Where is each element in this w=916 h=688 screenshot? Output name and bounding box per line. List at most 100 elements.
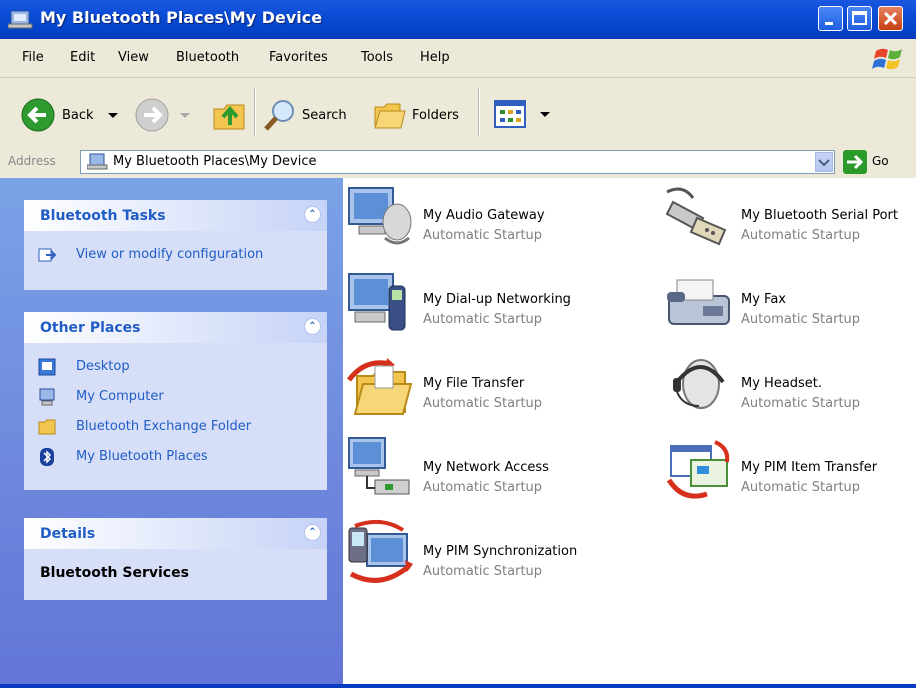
- forward-arrow-icon: [135, 98, 169, 132]
- bluetooth-places-icon: [8, 10, 33, 29]
- menu-tools[interactable]: Tools: [361, 50, 393, 65]
- network-access-icon: [348, 437, 410, 495]
- place-my-computer[interactable]: My Computer: [24, 383, 327, 413]
- maximize-icon: [852, 11, 867, 25]
- menu-bar: File Edit View Bluetooth Favorites Tools…: [0, 39, 916, 78]
- views-icon: [494, 100, 526, 128]
- service-status: Automatic Startup: [423, 228, 543, 243]
- back-button[interactable]: Back: [20, 97, 120, 133]
- service-pim-item-transfer[interactable]: My PIM Item Transfer Automatic Startup: [663, 434, 915, 514]
- window-border: [0, 684, 916, 688]
- folders-label: Folders: [412, 107, 459, 123]
- task-view-configuration[interactable]: View or modify configuration: [24, 241, 327, 271]
- service-fax[interactable]: My Fax Automatic Startup: [663, 266, 915, 346]
- place-label: My Computer: [76, 389, 164, 404]
- address-value: My Bluetooth Places\My Device: [113, 154, 317, 169]
- service-status: Automatic Startup: [423, 564, 543, 579]
- panel-title: Bluetooth Tasks: [40, 208, 166, 224]
- folder-icon: [38, 419, 56, 435]
- panel-header[interactable]: Bluetooth Tasks ⌃: [24, 200, 327, 231]
- place-desktop[interactable]: Desktop: [24, 353, 327, 383]
- serial-port-icon: [665, 187, 727, 246]
- my-computer-icon: [39, 388, 55, 406]
- menu-file[interactable]: File: [22, 50, 44, 65]
- menu-bluetooth[interactable]: Bluetooth: [176, 50, 239, 65]
- chevron-down-icon[interactable]: [178, 110, 192, 120]
- service-status: Automatic Startup: [423, 480, 543, 495]
- address-input[interactable]: My Bluetooth Places\My Device: [80, 150, 835, 174]
- panel-header[interactable]: Details ⌃: [24, 518, 327, 549]
- headset-icon: [673, 359, 725, 409]
- fax-icon: [667, 279, 730, 325]
- service-status: Automatic Startup: [423, 312, 543, 327]
- service-dial-up-networking[interactable]: My Dial-up Networking Automatic Startup: [345, 266, 645, 346]
- go-button[interactable]: [843, 150, 867, 174]
- file-transfer-icon: [346, 358, 413, 415]
- menu-view[interactable]: View: [118, 50, 149, 65]
- pim-item-transfer-icon: [666, 440, 730, 499]
- service-file-transfer[interactable]: My File Transfer Automatic Startup: [345, 350, 645, 430]
- go-label[interactable]: Go: [872, 154, 889, 168]
- chevron-down-icon: [818, 159, 830, 167]
- window-title: My Bluetooth Places\My Device: [40, 8, 323, 27]
- collapse-chevron-icon[interactable]: ⌃: [304, 206, 321, 223]
- service-name: My Headset.: [741, 376, 823, 391]
- desktop-icon: [38, 358, 56, 376]
- search-button[interactable]: Search: [262, 97, 347, 133]
- address-dropdown-button[interactable]: [815, 152, 833, 172]
- service-bluetooth-serial-port[interactable]: My Bluetooth Serial Port Automatic Start…: [663, 182, 915, 262]
- place-my-bluetooth-places[interactable]: My Bluetooth Places: [24, 443, 327, 473]
- search-label: Search: [302, 107, 347, 123]
- service-name: My Dial-up Networking: [423, 292, 571, 307]
- audio-gateway-icon: [348, 187, 412, 245]
- service-name: My Network Access: [423, 460, 549, 475]
- collapse-chevron-icon[interactable]: ⌃: [304, 318, 321, 335]
- other-places-panel: Other Places ⌃ Desktop My Computer Bluet…: [24, 312, 327, 490]
- chevron-down-icon[interactable]: [538, 109, 552, 119]
- service-name: My Audio Gateway: [423, 208, 545, 223]
- collapse-chevron-icon[interactable]: ⌃: [304, 524, 321, 541]
- details-value: Bluetooth Services: [40, 565, 189, 581]
- place-label: Bluetooth Exchange Folder: [76, 419, 252, 434]
- views-button[interactable]: [494, 99, 552, 129]
- service-network-access[interactable]: My Network Access Automatic Startup: [345, 434, 645, 514]
- close-icon: [883, 11, 898, 26]
- service-name: My File Transfer: [423, 376, 525, 391]
- panel-header[interactable]: Other Places ⌃: [24, 312, 327, 343]
- up-folder-button[interactable]: [210, 95, 248, 133]
- go-arrow-icon: [847, 154, 864, 170]
- panel-title: Other Places: [40, 320, 141, 336]
- address-label: Address: [8, 154, 56, 168]
- maximize-button[interactable]: [847, 6, 872, 31]
- service-status: Automatic Startup: [741, 312, 861, 327]
- service-headset[interactable]: My Headset. Automatic Startup: [663, 350, 915, 430]
- service-name: My PIM Item Transfer: [741, 460, 878, 475]
- service-name: My PIM Synchronization: [423, 544, 578, 559]
- services-view: My Audio Gateway Automatic Startup My Di…: [343, 178, 916, 684]
- back-arrow-icon: [21, 98, 55, 132]
- minimize-button[interactable]: [818, 6, 843, 31]
- pim-synchronization-icon: [348, 519, 413, 583]
- service-name: My Fax: [741, 292, 786, 307]
- windows-logo-icon: [872, 48, 902, 70]
- panel-title: Details: [40, 526, 96, 542]
- forward-button[interactable]: [134, 97, 192, 133]
- menu-favorites[interactable]: Favorites: [269, 50, 328, 65]
- details-panel: Details ⌃ Bluetooth Services: [24, 518, 327, 600]
- service-audio-gateway[interactable]: My Audio Gateway Automatic Startup: [345, 182, 645, 262]
- service-pim-synchronization[interactable]: My PIM Synchronization Automatic Startup: [345, 518, 645, 598]
- close-button[interactable]: [878, 6, 903, 31]
- folders-button[interactable]: Folders: [372, 97, 459, 133]
- place-bluetooth-exchange-folder[interactable]: Bluetooth Exchange Folder: [24, 413, 327, 443]
- task-label: View or modify configuration: [76, 247, 264, 262]
- bluetooth-icon: [40, 448, 54, 466]
- title-bar: My Bluetooth Places\My Device: [0, 0, 916, 39]
- configuration-icon: [38, 248, 56, 262]
- menu-edit[interactable]: Edit: [70, 50, 95, 65]
- chevron-down-icon[interactable]: [106, 110, 120, 120]
- search-icon: [264, 100, 294, 131]
- back-label: Back: [62, 107, 94, 123]
- place-label: Desktop: [76, 359, 130, 374]
- service-status: Automatic Startup: [423, 396, 543, 411]
- menu-help[interactable]: Help: [420, 50, 450, 65]
